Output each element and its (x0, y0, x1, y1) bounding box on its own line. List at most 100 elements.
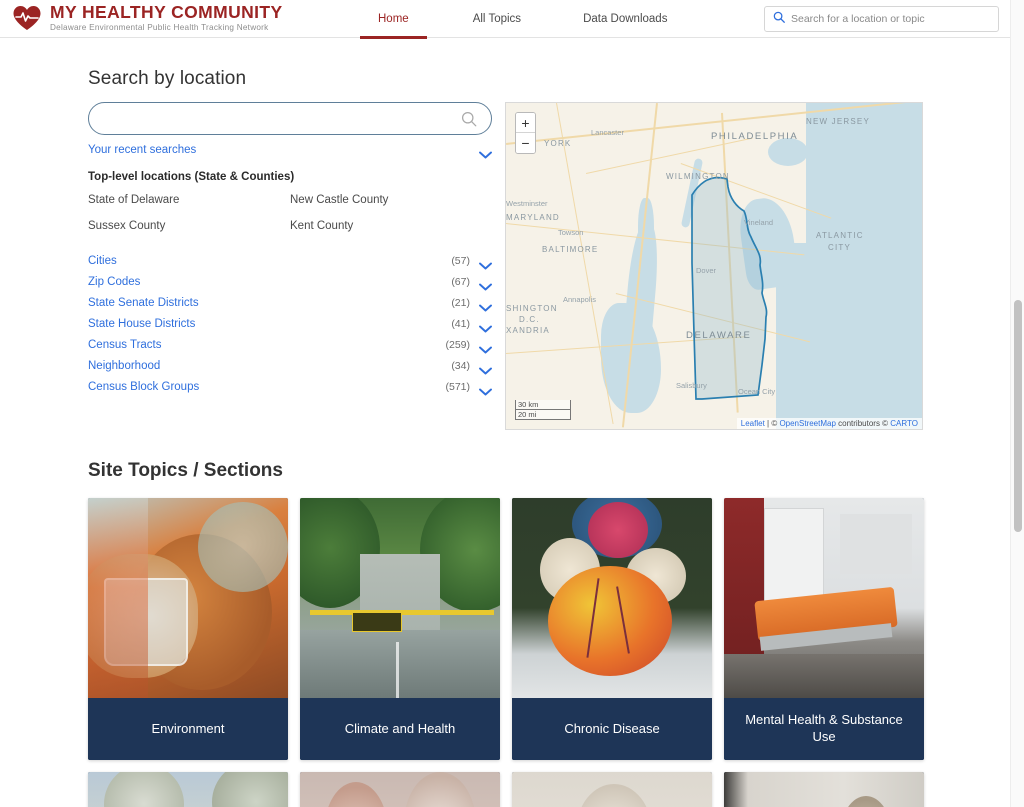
topic-card-grid-row2 (88, 772, 924, 807)
map-zoom-out-button[interactable]: − (516, 133, 535, 153)
toplevel-item-kent-county[interactable]: Kent County (290, 220, 492, 232)
photo-detail (88, 498, 148, 698)
chevron-down-icon[interactable] (479, 341, 492, 353)
topic-card-row2-3[interactable] (512, 772, 712, 807)
category-label: Zip Codes (88, 275, 141, 288)
toplevel-item-state-of-delaware[interactable]: State of Delaware (88, 194, 290, 206)
recent-searches-toggle[interactable]: Your recent searches (88, 144, 492, 159)
attrib-sep: | © (764, 419, 780, 428)
carto-link[interactable]: CARTO (890, 419, 918, 428)
topic-card-mental-health-substance-use[interactable]: Mental Health & Substance Use (724, 498, 924, 760)
category-label: State House Districts (88, 317, 196, 330)
nav-item-home[interactable]: Home (360, 0, 427, 39)
map-attribution: Leaflet | © OpenStreetMap contributors ©… (736, 418, 922, 429)
chevron-down-icon[interactable] (479, 320, 492, 332)
photo-detail (588, 502, 648, 558)
category-label: Neighborhood (88, 359, 161, 372)
category-row-state-house-districts[interactable]: State House Districts (41) (88, 313, 492, 334)
nav-label-data-downloads: Data Downloads (583, 12, 668, 25)
category-row-state-senate-districts[interactable]: State Senate Districts (21) (88, 292, 492, 313)
toplevel-item-sussex-county[interactable]: Sussex County (88, 220, 290, 232)
medical-worker-photo (512, 772, 712, 807)
photo-detail (840, 514, 912, 574)
nav-label-all-topics: All Topics (472, 12, 522, 25)
page-content: Search by location Your recent searches (0, 68, 1024, 807)
topic-card-image (724, 498, 924, 698)
category-count: (34) (451, 359, 470, 372)
map-canvas[interactable]: NEW JERSEY PHILADELPHIA Lancaster YORK W… (506, 103, 922, 429)
location-map[interactable]: NEW JERSEY PHILADELPHIA Lancaster YORK W… (505, 102, 923, 430)
leaflet-link[interactable]: Leaflet (741, 419, 765, 428)
topic-card-image (88, 772, 288, 807)
nav-item-data-downloads[interactable]: Data Downloads (565, 0, 685, 38)
photo-detail (104, 772, 184, 807)
scrollbar-thumb[interactable] (1014, 300, 1022, 532)
chevron-down-icon[interactable] (479, 362, 492, 374)
flooded-road-closed-photo (300, 498, 500, 698)
topic-card-image (300, 498, 500, 698)
chevron-down-icon[interactable] (479, 278, 492, 290)
category-row-census-tracts[interactable]: Census Tracts (259) (88, 334, 492, 355)
topic-card-image (88, 498, 288, 698)
person-indoors-photo (724, 772, 924, 807)
toplevel-locations-grid: State of Delaware New Castle County Suss… (88, 194, 492, 232)
category-label: State Senate Districts (88, 296, 199, 309)
category-count: (259) (445, 338, 470, 351)
photo-detail (324, 782, 388, 807)
search-icon (461, 111, 477, 132)
search-by-location-heading: Search by location (88, 68, 247, 89)
toplevel-item-new-castle-county[interactable]: New Castle County (290, 194, 492, 206)
header-search-input[interactable] (791, 13, 990, 25)
category-label: Census Block Groups (88, 380, 200, 393)
chevron-down-icon[interactable] (479, 383, 492, 395)
nav-item-all-topics[interactable]: All Topics (455, 0, 539, 38)
topic-card-chronic-disease[interactable]: Chronic Disease (512, 498, 712, 760)
topic-card-row2-4[interactable] (724, 772, 924, 807)
topic-card-climate-and-health[interactable]: Climate and Health (300, 498, 500, 760)
topic-card-image (724, 772, 924, 807)
topic-card-title: Mental Health & Substance Use (724, 698, 924, 760)
category-label: Cities (88, 254, 117, 267)
topic-card-row2-2[interactable] (300, 772, 500, 807)
topic-card-row2-1[interactable] (88, 772, 288, 807)
map-zoom-in-button[interactable]: + (516, 113, 535, 133)
photo-detail (300, 630, 500, 698)
photo-detail (212, 772, 288, 807)
photo-detail (548, 566, 672, 676)
chevron-down-icon[interactable] (479, 257, 492, 269)
photo-detail (198, 502, 288, 592)
brand-subtitle: Delaware Environmental Public Health Tra… (50, 23, 269, 33)
openstreetmap-link[interactable]: OpenStreetMap (779, 419, 835, 428)
anatomical-heart-model-photo (512, 498, 712, 698)
header-search-box[interactable] (764, 6, 999, 32)
site-topics-heading: Site Topics / Sections (88, 460, 283, 481)
category-row-neighborhood[interactable]: Neighborhood (34) (88, 355, 492, 376)
location-category-list: Cities (57) Zip Codes (67) State Senate … (88, 250, 492, 397)
category-row-zip-codes[interactable]: Zip Codes (67) (88, 271, 492, 292)
topic-card-environment[interactable]: Environment (88, 498, 288, 760)
photo-detail (396, 642, 399, 698)
category-row-cities[interactable]: Cities (57) (88, 250, 492, 271)
nav-label-home: Home (378, 12, 409, 25)
photo-detail (576, 784, 652, 807)
outdoor-trees-photo (88, 772, 288, 807)
category-count: (571) (445, 380, 470, 393)
category-label: Census Tracts (88, 338, 162, 351)
heart-pulse-icon (12, 5, 42, 31)
location-search-input[interactable] (103, 111, 477, 126)
page-scrollbar[interactable] (1010, 0, 1024, 807)
chevron-down-icon[interactable] (479, 299, 492, 311)
category-count: (67) (451, 275, 470, 288)
map-zoom-controls: + − (515, 112, 536, 154)
recent-searches-label: Your recent searches (88, 144, 197, 156)
photo-detail (840, 796, 892, 807)
location-search-field[interactable] (88, 102, 492, 135)
map-scale-km: 30 km (515, 400, 571, 410)
location-search-block: Your recent searches Top-level locations… (0, 102, 1024, 432)
child-drinking-water-photo (88, 498, 288, 698)
site-logo[interactable]: MY HEALTHY COMMUNITY Delaware Environmen… (0, 4, 350, 32)
site-topics-section: Site Topics / Sections Environment Clima… (0, 460, 1024, 807)
topic-card-title: Environment (88, 698, 288, 760)
category-row-census-block-groups[interactable]: Census Block Groups (571) (88, 376, 492, 397)
